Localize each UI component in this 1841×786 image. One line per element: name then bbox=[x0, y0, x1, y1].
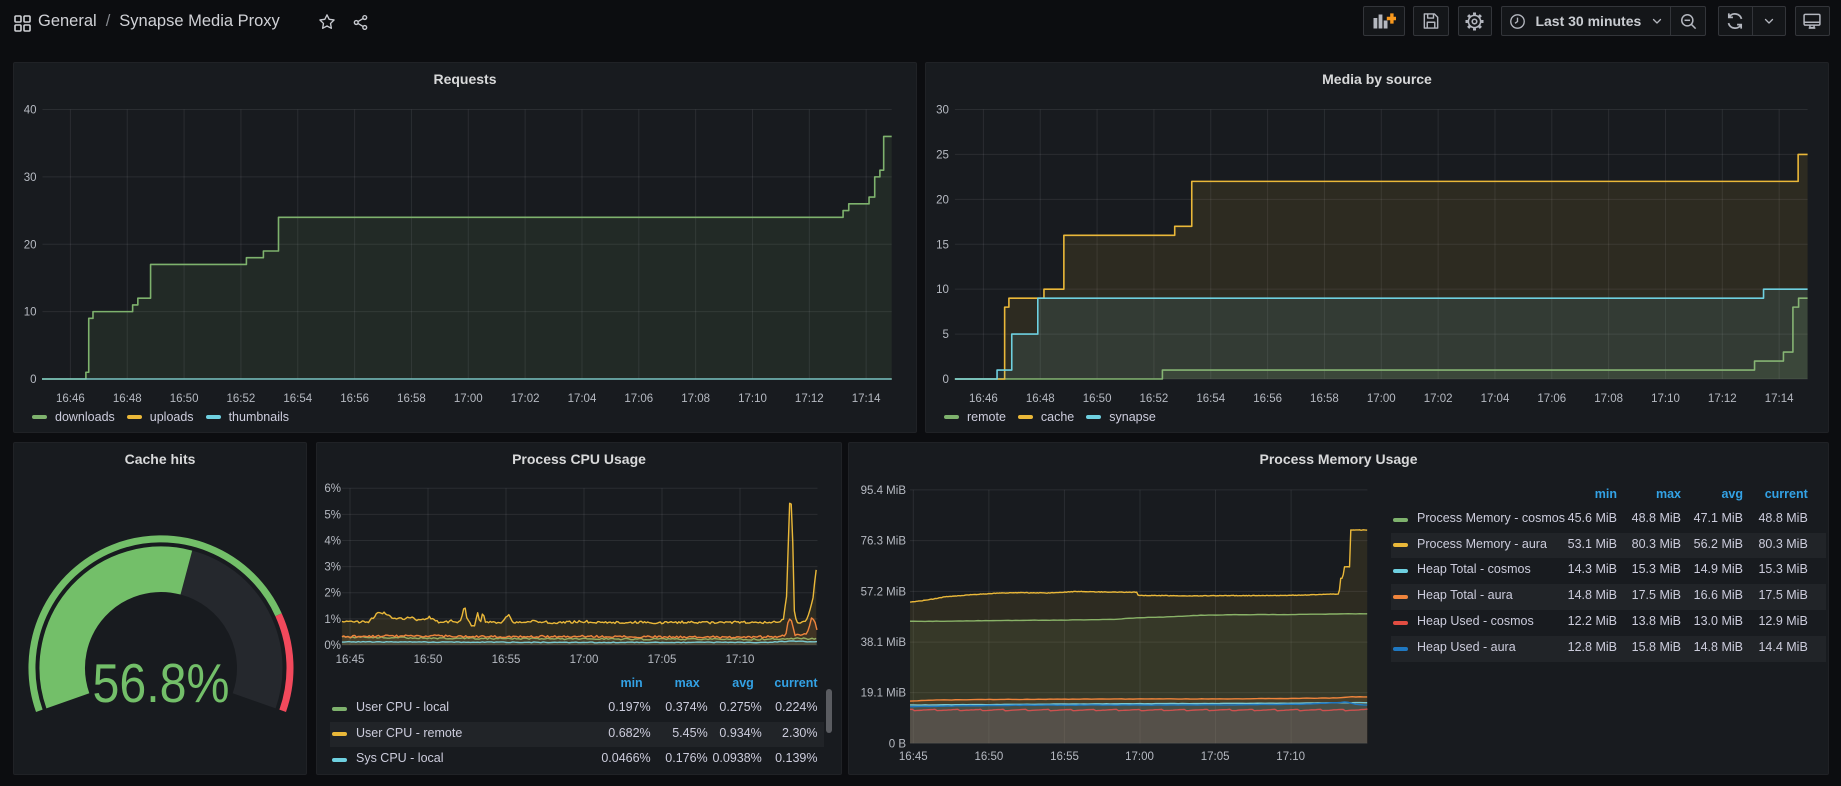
svg-text:16:50: 16:50 bbox=[1083, 393, 1112, 405]
svg-text:16:56: 16:56 bbox=[1253, 393, 1282, 405]
svg-text:30: 30 bbox=[24, 172, 37, 184]
svg-text:16:48: 16:48 bbox=[113, 393, 142, 405]
svg-text:17:12: 17:12 bbox=[795, 393, 824, 405]
svg-text:17:14: 17:14 bbox=[852, 393, 881, 405]
svg-text:5: 5 bbox=[942, 329, 948, 341]
svg-text:20: 20 bbox=[24, 239, 37, 251]
svg-text:17:12: 17:12 bbox=[1708, 393, 1737, 405]
svg-text:30: 30 bbox=[936, 105, 949, 117]
svg-text:17:06: 17:06 bbox=[624, 393, 653, 405]
svg-text:2%: 2% bbox=[324, 588, 341, 600]
svg-text:16:50: 16:50 bbox=[170, 393, 199, 405]
svg-text:1%: 1% bbox=[324, 614, 341, 626]
svg-text:95.4 MiB: 95.4 MiB bbox=[861, 485, 907, 497]
svg-text:17:10: 17:10 bbox=[1651, 393, 1680, 405]
svg-text:17:08: 17:08 bbox=[681, 393, 710, 405]
svg-text:17:00: 17:00 bbox=[1125, 751, 1154, 763]
svg-text:16:45: 16:45 bbox=[336, 654, 365, 666]
svg-text:38.1 MiB: 38.1 MiB bbox=[861, 637, 907, 649]
svg-text:0%: 0% bbox=[324, 640, 341, 652]
svg-text:16:58: 16:58 bbox=[1310, 393, 1339, 405]
svg-text:17:02: 17:02 bbox=[511, 393, 540, 405]
svg-text:16:46: 16:46 bbox=[56, 393, 85, 405]
svg-text:19.1 MiB: 19.1 MiB bbox=[861, 688, 907, 700]
svg-text:6%: 6% bbox=[324, 483, 341, 495]
svg-text:17:05: 17:05 bbox=[1201, 751, 1230, 763]
svg-text:16:50: 16:50 bbox=[414, 654, 443, 666]
svg-text:17:10: 17:10 bbox=[1276, 751, 1305, 763]
svg-text:20: 20 bbox=[936, 194, 949, 206]
svg-text:17:04: 17:04 bbox=[1481, 393, 1510, 405]
svg-text:3%: 3% bbox=[324, 562, 341, 574]
svg-text:25: 25 bbox=[936, 149, 949, 161]
svg-text:17:14: 17:14 bbox=[1765, 393, 1794, 405]
svg-text:15: 15 bbox=[936, 239, 949, 251]
svg-text:16:55: 16:55 bbox=[492, 654, 521, 666]
svg-text:16:55: 16:55 bbox=[1050, 751, 1079, 763]
svg-text:76.3 MiB: 76.3 MiB bbox=[861, 536, 907, 548]
svg-text:57.2 MiB: 57.2 MiB bbox=[861, 586, 907, 598]
svg-text:0: 0 bbox=[30, 374, 36, 386]
svg-text:0 B: 0 B bbox=[889, 738, 907, 750]
svg-text:16:50: 16:50 bbox=[975, 751, 1004, 763]
svg-text:16:52: 16:52 bbox=[1140, 393, 1169, 405]
svg-text:17:04: 17:04 bbox=[568, 393, 597, 405]
svg-text:4%: 4% bbox=[324, 535, 341, 547]
svg-text:56.8%: 56.8% bbox=[93, 652, 230, 714]
svg-text:17:02: 17:02 bbox=[1424, 393, 1453, 405]
svg-text:16:48: 16:48 bbox=[1026, 393, 1055, 405]
svg-text:17:00: 17:00 bbox=[1367, 393, 1396, 405]
svg-text:17:10: 17:10 bbox=[738, 393, 767, 405]
svg-text:17:00: 17:00 bbox=[570, 654, 599, 666]
svg-text:16:54: 16:54 bbox=[1196, 393, 1225, 405]
svg-text:16:56: 16:56 bbox=[340, 393, 369, 405]
svg-text:16:46: 16:46 bbox=[969, 393, 998, 405]
svg-text:0: 0 bbox=[942, 374, 948, 386]
svg-text:40: 40 bbox=[24, 105, 37, 117]
svg-text:16:45: 16:45 bbox=[899, 751, 928, 763]
svg-text:16:54: 16:54 bbox=[283, 393, 312, 405]
svg-text:16:58: 16:58 bbox=[397, 393, 426, 405]
svg-text:17:05: 17:05 bbox=[648, 654, 677, 666]
svg-text:10: 10 bbox=[24, 307, 37, 319]
svg-text:17:08: 17:08 bbox=[1594, 393, 1623, 405]
svg-text:17:00: 17:00 bbox=[454, 393, 483, 405]
svg-text:10: 10 bbox=[936, 284, 949, 296]
svg-text:17:06: 17:06 bbox=[1537, 393, 1566, 405]
svg-text:5%: 5% bbox=[324, 509, 341, 521]
svg-text:16:52: 16:52 bbox=[227, 393, 256, 405]
svg-text:17:10: 17:10 bbox=[726, 654, 755, 666]
